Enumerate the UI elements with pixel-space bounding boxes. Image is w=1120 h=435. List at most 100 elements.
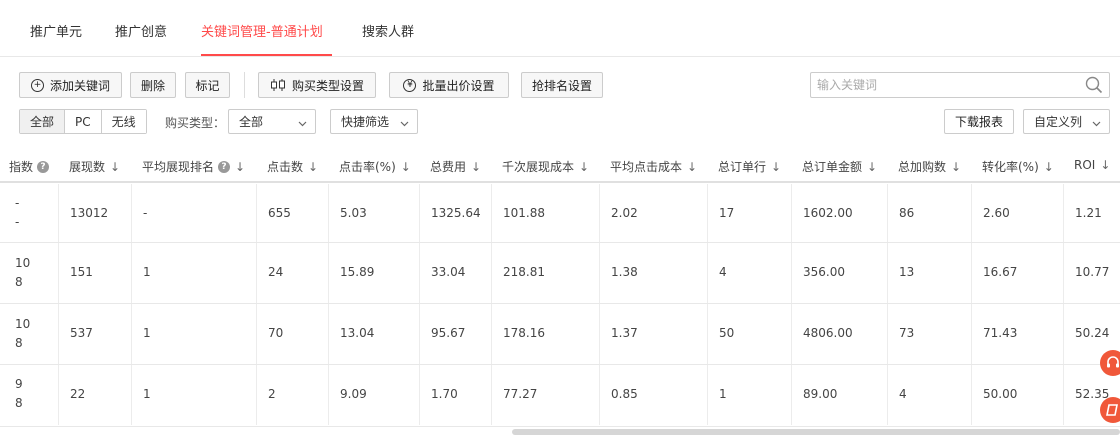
sort-arrow-icon: ↓ xyxy=(110,159,121,174)
keyword-search xyxy=(810,72,1110,98)
chevron-down-icon xyxy=(298,117,307,131)
cpc-cell: 0.85 xyxy=(611,387,638,401)
cpm-cell: 178.16 xyxy=(503,326,545,340)
table-row[interactable]: -- 13012 - 655 5.03 1325.64 101.88 2.02 … xyxy=(0,184,1120,243)
tab-keyword-management[interactable]: 关键词管理-普通计划 xyxy=(201,21,323,40)
sort-arrow-icon: ↓ xyxy=(951,159,962,174)
custom-columns-select[interactable]: 自定义列 xyxy=(1023,109,1110,134)
plus-circle-icon: + xyxy=(30,78,44,92)
cpc-cell: 1.38 xyxy=(611,265,638,279)
order-amount-cell: 356.00 xyxy=(803,265,845,279)
ctr-cell: 15.89 xyxy=(340,265,375,279)
purchase-type-setting-button[interactable]: 购买类型设置 xyxy=(258,72,376,98)
sort-arrow-icon: ↓ xyxy=(471,159,482,174)
add-to-cart-cell: 4 xyxy=(899,387,907,401)
sort-arrow-icon: ↓ xyxy=(400,159,411,174)
add-to-cart-cell: 86 xyxy=(899,206,915,220)
order-amount-cell: 1602.00 xyxy=(803,206,853,220)
impressions-cell: 151 xyxy=(70,265,93,279)
add-keyword-label: 添加关键词 xyxy=(49,78,110,93)
col-header-total-cost[interactable]: 总费用 ↓ xyxy=(430,158,481,175)
roi-cell: 10.77 xyxy=(1075,265,1110,279)
sort-arrow-icon: ↓ xyxy=(867,159,878,174)
tab-promo-creative[interactable]: 推广创意 xyxy=(115,21,167,40)
chevron-down-icon xyxy=(400,117,409,131)
roi-cell: 50.24 xyxy=(1075,326,1110,340)
sort-arrow-icon: ↓ xyxy=(1100,158,1111,172)
col-header-roi[interactable]: ROI ↓ xyxy=(1074,158,1110,172)
row-index: -- xyxy=(15,196,20,229)
col-header-orders[interactable]: 总订单行 ↓ xyxy=(718,158,781,175)
conversion-cell: 50.00 xyxy=(983,387,1018,401)
tab-promo-unit[interactable]: 推广单元 xyxy=(30,21,82,40)
yen-circle-icon: ¥ xyxy=(403,78,417,92)
add-keyword-button[interactable]: + 添加关键词 xyxy=(19,72,122,98)
col-header-add-to-cart[interactable]: 总加购数 ↓ xyxy=(898,158,961,175)
orders-cell: 50 xyxy=(719,326,735,340)
download-report-button[interactable]: 下载报表 xyxy=(944,109,1014,134)
row-index: 10 8 xyxy=(15,317,31,350)
help-icon[interactable]: ? xyxy=(37,160,50,173)
cpc-cell: 1.37 xyxy=(611,326,638,340)
custom-columns-label: 自定义列 xyxy=(1034,115,1083,129)
feedback-icon[interactable] xyxy=(1100,397,1120,423)
col-header-conversion[interactable]: 转化率(%) ↓ xyxy=(982,158,1054,175)
batch-bid-setting-button[interactable]: ¥ 批量出价设置 xyxy=(389,72,509,98)
purchase-type-value: 全部 xyxy=(239,115,264,129)
sort-arrow-icon: ↓ xyxy=(235,159,246,174)
conversion-cell: 2.60 xyxy=(983,206,1010,220)
device-segmented-control: 全部 PC 无线 xyxy=(19,109,147,134)
table-row[interactable]: 10 8 537 1 70 13.04 95.67 178.16 1.37 50 … xyxy=(0,304,1120,365)
ctr-cell: 5.03 xyxy=(340,206,367,220)
device-tab-wireless[interactable]: 无线 xyxy=(101,110,146,133)
quick-filter-label: 快捷筛选 xyxy=(341,115,390,129)
sort-arrow-icon: ↓ xyxy=(579,159,590,174)
col-header-impressions[interactable]: 展现数 ↓ xyxy=(69,158,120,175)
col-header-cpm[interactable]: 千次展现成本 ↓ xyxy=(502,158,589,175)
mark-button[interactable]: 标记 xyxy=(185,72,230,98)
table-row[interactable]: 98 22 1 2 9.09 1.70 77.27 0.85 1 89.00 4… xyxy=(0,365,1120,427)
conversion-cell: 16.67 xyxy=(983,265,1018,279)
row-index: 98 xyxy=(15,377,23,410)
col-header-cpc[interactable]: 平均点击成本 ↓ xyxy=(610,158,697,175)
orders-cell: 4 xyxy=(719,265,727,279)
impressions-cell: 13012 xyxy=(70,206,109,220)
delete-button[interactable]: 删除 xyxy=(130,72,176,98)
keyword-search-input[interactable] xyxy=(811,73,1071,97)
headset-icon[interactable] xyxy=(1100,350,1120,376)
avg-rank-cell: 1 xyxy=(143,387,151,401)
sort-arrow-icon: ↓ xyxy=(771,159,782,174)
row-index: 10 8 xyxy=(15,256,31,289)
col-header-clicks[interactable]: 点击数 ↓ xyxy=(267,158,318,175)
table-header: 指数? 展现数 ↓ 平均展现排名? ↓ 点击数 ↓ 点击率(%) ↓ 总费用 ↓ 千次展现… xyxy=(0,147,1120,183)
clicks-cell: 655 xyxy=(268,206,291,220)
impressions-cell: 537 xyxy=(70,326,93,340)
avg-rank-cell: - xyxy=(143,206,148,220)
quick-filter-select[interactable]: 快捷筛选 xyxy=(330,109,418,134)
col-header-order-amount[interactable]: 总订单金额 ↓ xyxy=(802,158,877,175)
col-header-avg-rank[interactable]: 平均展现排名? ↓ xyxy=(142,158,245,175)
impressions-cell: 22 xyxy=(70,387,86,401)
device-tab-pc[interactable]: PC xyxy=(65,110,102,133)
device-tab-all[interactable]: 全部 xyxy=(20,110,66,133)
active-tab-indicator xyxy=(201,54,332,56)
chevron-down-icon xyxy=(1092,117,1101,131)
orders-cell: 17 xyxy=(719,206,735,220)
horizontal-scrollbar[interactable] xyxy=(512,429,1120,435)
search-icon[interactable] xyxy=(1085,76,1103,97)
ctr-cell: 13.04 xyxy=(340,326,375,340)
col-header-index: 指数? xyxy=(9,158,50,175)
cpm-cell: 218.81 xyxy=(503,265,545,279)
table-row[interactable]: 10 8 151 1 24 15.89 33.04 218.81 1.38 4 3… xyxy=(0,243,1120,304)
cpm-cell: 77.27 xyxy=(503,387,538,401)
rank-grab-setting-button[interactable]: 抢排名设置 xyxy=(521,72,603,98)
purchase-type-select[interactable]: 全部 xyxy=(228,109,316,134)
sort-arrow-icon: ↓ xyxy=(308,159,319,174)
col-header-ctr[interactable]: 点击率(%) ↓ xyxy=(339,158,411,175)
toolbar-divider xyxy=(244,72,245,98)
batch-bid-setting-label: 批量出价设置 xyxy=(422,78,495,93)
help-icon[interactable]: ? xyxy=(218,160,231,173)
clicks-cell: 24 xyxy=(268,265,284,279)
tab-search-audience[interactable]: 搜索人群 xyxy=(362,21,414,40)
purchase-type-setting-label: 购买类型设置 xyxy=(291,78,364,93)
